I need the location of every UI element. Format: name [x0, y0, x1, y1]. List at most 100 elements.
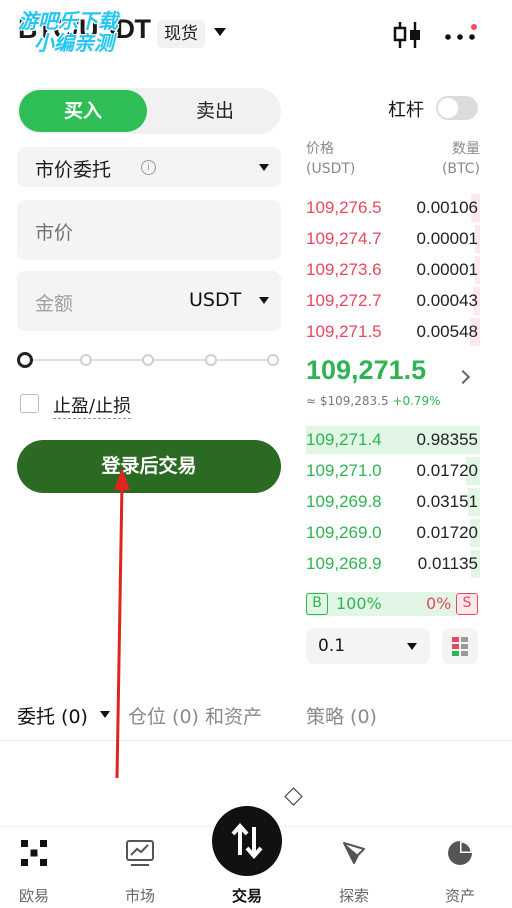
candlestick-chart-icon[interactable] — [392, 20, 424, 50]
trade-center-button[interactable] — [212, 806, 282, 876]
amount-slider[interactable] — [17, 350, 281, 370]
depth-precision-value: 0.1 — [318, 636, 346, 656]
info-icon[interactable]: i — [141, 160, 156, 175]
bid-price: 109,271.0 — [306, 461, 382, 480]
bid-qty: 0.98355 — [416, 430, 478, 449]
nav-assets-label: 资产 — [444, 887, 475, 905]
tpsl-checkbox[interactable] — [20, 394, 39, 413]
price-change: +0.79% — [392, 394, 441, 408]
ask-price: 109,273.6 — [306, 260, 382, 279]
toggle-knob — [438, 98, 458, 118]
order-book-layout-icon — [452, 637, 468, 656]
entrust-dropdown-icon[interactable] — [100, 711, 110, 718]
bid-price: 109,269.0 — [306, 523, 382, 542]
divider — [0, 740, 512, 741]
last-price[interactable]: 109,271.5 — [306, 355, 426, 386]
bid-row[interactable]: 109,269.8 0.03151 — [306, 488, 480, 516]
floating-diamond-icon[interactable] — [284, 787, 303, 806]
usd-price: ≈ $109,283.5 — [306, 394, 389, 408]
nav-home-label: 欧易 — [18, 887, 49, 905]
leverage-toggle[interactable] — [436, 96, 478, 120]
header: BTC/USDT 现货 游吧乐下载 小编亲测 — [0, 0, 512, 70]
ask-qty: 0.00001 — [416, 260, 478, 279]
tpsl-label: 止盈/止损 — [53, 392, 132, 419]
order-type-value: 市价委托 — [35, 159, 112, 181]
sell-ratio: 0% — [426, 594, 452, 613]
chevron-right-icon[interactable] — [455, 369, 471, 385]
amount-unit[interactable]: USDT — [189, 289, 241, 311]
slider-handle[interactable] — [17, 352, 33, 368]
amount-placeholder: 金额 — [35, 293, 74, 315]
buy-tab[interactable]: 买入 — [19, 90, 147, 132]
price-unit: (USDT) — [306, 161, 356, 177]
nav-assets[interactable]: 资产 — [420, 827, 500, 908]
order-type-select[interactable]: 市价委托 i — [17, 147, 281, 187]
bid-row[interactable]: 109,269.0 0.01720 — [306, 519, 480, 547]
ask-row[interactable]: 109,272.7 0.00043 — [306, 287, 480, 315]
bid-row[interactable]: 109,271.4 0.98355 — [306, 426, 480, 454]
login-to-trade-button[interactable]: 登录后交易 — [17, 440, 281, 493]
compass-explore-icon — [343, 842, 365, 864]
bid-qty: 0.01720 — [416, 461, 478, 480]
bid-row[interactable]: 109,268.9 0.01135 — [306, 550, 480, 578]
bid-qty: 0.03151 — [416, 492, 478, 511]
watermark-line-1: 游吧乐下载 — [18, 9, 118, 33]
bid-qty: 0.01720 — [416, 523, 478, 542]
order-book-layout-button[interactable] — [442, 628, 478, 664]
bid-price: 109,271.4 — [306, 430, 382, 449]
tab-strategy[interactable]: 策略 (0) — [306, 702, 377, 729]
bid-price: 109,269.8 — [306, 492, 382, 511]
qty-header: 数量 — [452, 141, 480, 157]
ask-qty: 0.00548 — [416, 322, 478, 341]
market-chart-icon — [126, 840, 154, 866]
slider-step-75[interactable] — [205, 354, 217, 366]
chevron-down-icon — [259, 164, 269, 171]
ask-price: 109,271.5 — [306, 322, 382, 341]
nav-market-label: 市场 — [124, 887, 155, 905]
leverage-label: 杠杆 — [388, 100, 424, 121]
ask-row[interactable]: 109,273.6 0.00001 — [306, 256, 480, 284]
slider-step-100[interactable] — [267, 354, 279, 366]
buy-sell-switch: 买入 卖出 — [17, 88, 281, 134]
price-header: 价格 — [306, 141, 334, 157]
slider-step-25[interactable] — [80, 354, 92, 366]
tab-positions[interactable]: 仓位 (0) 和资产 — [128, 702, 262, 729]
nav-explore-label: 探索 — [338, 887, 369, 905]
tab-entrust-label: 委托 (0) — [17, 706, 88, 728]
ask-row[interactable]: 109,276.5 0.00106 — [306, 194, 480, 222]
price-field[interactable]: 市价 — [17, 200, 281, 260]
bid-price: 109,268.9 — [306, 554, 382, 573]
sell-badge: S — [456, 593, 478, 615]
nav-trade-label: 交易 — [231, 887, 262, 905]
ask-row[interactable]: 109,271.5 0.00548 — [306, 318, 480, 346]
depth-precision-select[interactable]: 0.1 — [306, 628, 430, 664]
nav-explore[interactable]: 探索 — [314, 827, 394, 908]
ask-qty: 0.00106 — [416, 198, 478, 217]
buy-sell-ratio: B 100% 0% S — [306, 592, 478, 616]
okx-logo-icon — [21, 840, 47, 866]
nav-market[interactable]: 市场 — [100, 827, 180, 908]
market-type-badge[interactable]: 现货 — [157, 20, 205, 48]
qty-unit: (BTC) — [441, 161, 480, 177]
swap-arrows-icon — [231, 822, 263, 860]
usd-equivalent: ≈ $109,283.5 +0.79% — [306, 394, 441, 408]
bid-row[interactable]: 109,271.0 0.01720 — [306, 457, 480, 485]
ask-price: 109,276.5 — [306, 198, 382, 217]
more-options-icon[interactable] — [444, 24, 480, 48]
ask-price: 109,272.7 — [306, 291, 382, 310]
watermark-line-2: 小编亲测 — [34, 31, 114, 55]
nav-home[interactable]: 欧易 — [0, 827, 74, 908]
buy-badge: B — [306, 593, 328, 615]
amount-field[interactable]: 金额 USDT — [17, 271, 281, 331]
pair-dropdown-caret-icon[interactable] — [214, 28, 226, 36]
pie-chart-assets-icon — [448, 841, 472, 865]
price-placeholder: 市价 — [35, 222, 74, 244]
unit-chevron-down-icon[interactable] — [259, 297, 269, 304]
ask-qty: 0.00001 — [416, 229, 478, 248]
ask-row[interactable]: 109,274.7 0.00001 — [306, 225, 480, 253]
slider-step-50[interactable] — [142, 354, 154, 366]
tab-entrust[interactable]: 委托 (0) — [17, 702, 88, 729]
ask-qty: 0.00043 — [416, 291, 478, 310]
watermark: 游吧乐下载 小编亲测 — [18, 10, 118, 54]
sell-tab[interactable]: 卖出 — [151, 90, 279, 132]
